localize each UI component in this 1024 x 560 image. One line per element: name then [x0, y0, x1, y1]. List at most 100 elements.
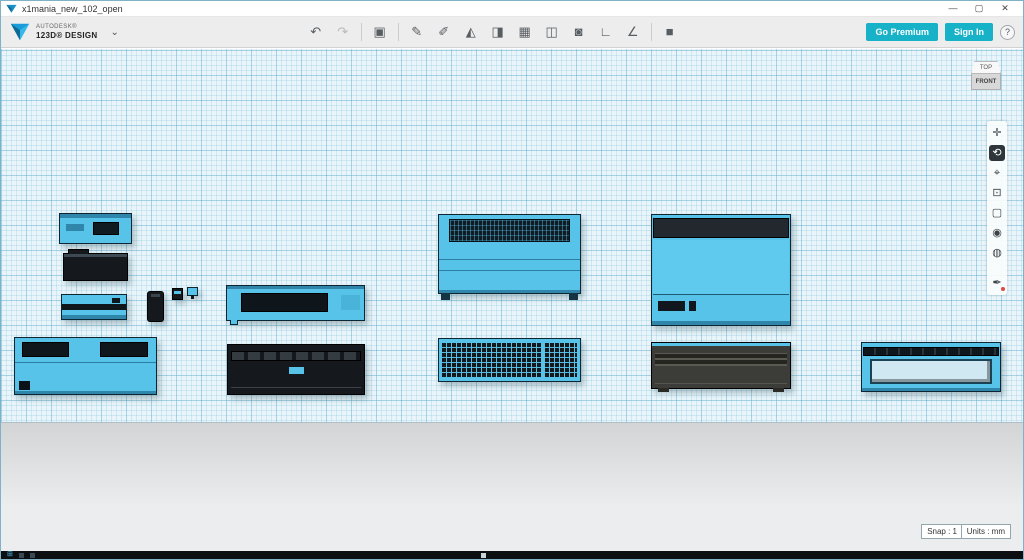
- grouping-icon[interactable]: ◫: [543, 22, 561, 42]
- measure-icon[interactable]: ∟: [597, 22, 615, 42]
- detail-face: [68, 249, 89, 254]
- combine-icon[interactable]: ◙: [570, 22, 588, 42]
- screen-area: [653, 240, 788, 295]
- label-badge: [289, 367, 304, 375]
- slot-strip: [62, 304, 126, 310]
- viewport[interactable]: TOP FRONT ✛ ⟲ ⌖ ⊡ ▢ ◉ ◍ ✒ Snap : 1 Units…: [1, 49, 1023, 551]
- app-icon: [6, 3, 17, 14]
- primitives-icon[interactable]: ▣: [371, 22, 389, 42]
- taskbar-app-icon[interactable]: [481, 553, 486, 558]
- seam-line: [439, 270, 580, 271]
- hide-icon[interactable]: ◍: [989, 245, 1005, 261]
- view-cube-front-face[interactable]: FRONT: [971, 74, 1001, 90]
- zoom-icon[interactable]: ⌖: [989, 165, 1005, 181]
- slat-band: [655, 353, 787, 367]
- spline-icon[interactable]: ✐: [435, 22, 453, 42]
- model-vent-frame[interactable]: [651, 342, 791, 389]
- model-rear-panel[interactable]: [227, 344, 365, 395]
- opening-left: [22, 342, 69, 357]
- taskbar-app-icon[interactable]: [19, 553, 24, 558]
- model-open-frame[interactable]: [861, 342, 1001, 392]
- model-monitor-case[interactable]: [651, 214, 791, 326]
- visibility-icon[interactable]: ◉: [989, 225, 1005, 241]
- brand-line1: AUTODESK®: [36, 24, 98, 31]
- taskbar-app-icon[interactable]: [30, 553, 35, 558]
- app-menu[interactable]: AUTODESK® 123D® DESIGN ⌄: [9, 21, 119, 43]
- detail-face: [151, 294, 160, 297]
- app-window: x1mania_new_102_open — ▢ ✕ AUTODESK® 123…: [0, 0, 1024, 560]
- windows-taskbar: ⊞: [1, 551, 1023, 559]
- key-grid-main: [442, 343, 542, 377]
- angle-icon[interactable]: ∠: [624, 22, 642, 42]
- bottom-face: [439, 290, 580, 293]
- redo-icon[interactable]: ↷: [334, 22, 352, 42]
- brand-text: AUTODESK® 123D® DESIGN: [36, 24, 98, 40]
- model-front-bar[interactable]: [61, 294, 127, 320]
- model-dark-bracket[interactable]: [63, 253, 128, 281]
- pan-icon[interactable]: ✛: [989, 125, 1005, 141]
- frame-opening: [870, 359, 991, 384]
- detail-face: [689, 301, 696, 311]
- bottom-face: [15, 391, 156, 394]
- model-case-top-vented[interactable]: [438, 214, 581, 294]
- connector-strip: [863, 347, 998, 357]
- key-grid-numpad: [545, 343, 577, 377]
- go-premium-button[interactable]: Go Premium: [866, 23, 938, 41]
- seam-line: [439, 259, 580, 260]
- model-front-panel[interactable]: [226, 285, 365, 321]
- seam-line: [231, 387, 362, 388]
- detail-face: [658, 301, 686, 311]
- modify-icon[interactable]: ◨: [489, 22, 507, 42]
- divider: [361, 23, 362, 41]
- sign-in-button[interactable]: Sign In: [945, 23, 993, 41]
- detail-face: [112, 298, 120, 303]
- model-small-block[interactable]: [147, 291, 164, 322]
- detail-face: [191, 295, 195, 299]
- detail-face: [341, 295, 360, 310]
- model-tiny-part-2[interactable]: [187, 287, 198, 296]
- view-cube[interactable]: TOP FRONT: [971, 61, 1001, 90]
- top-edge: [652, 343, 790, 346]
- pattern-icon[interactable]: ▦: [516, 22, 534, 42]
- foot: [230, 320, 238, 325]
- material-brush-icon[interactable]: ✒: [989, 275, 1005, 291]
- foot: [773, 388, 784, 392]
- snap-setting[interactable]: Snap : 1: [921, 524, 963, 539]
- construct-icon[interactable]: ◭: [462, 22, 480, 42]
- titlebar: x1mania_new_102_open — ▢ ✕: [1, 1, 1023, 17]
- detail-face: [19, 381, 30, 391]
- fit-view-icon[interactable]: ▢: [989, 205, 1005, 221]
- model-keyboard[interactable]: [438, 338, 581, 382]
- view-cube-top-face[interactable]: TOP: [971, 61, 1001, 74]
- top-face: [227, 286, 364, 289]
- minimize-button[interactable]: —: [940, 1, 966, 16]
- undo-icon[interactable]: ↶: [307, 22, 325, 42]
- panel-window: [241, 293, 329, 312]
- bottom-face: [652, 321, 790, 325]
- model-keyboard-case[interactable]: [14, 337, 157, 395]
- units-setting[interactable]: Units : mm: [961, 524, 1011, 539]
- maximize-button[interactable]: ▢: [966, 1, 992, 16]
- start-button[interactable]: ⊞: [7, 551, 13, 559]
- top-bar: [653, 218, 788, 238]
- window-title: x1mania_new_102_open: [22, 4, 123, 14]
- detail-face: [66, 224, 84, 230]
- divider: [651, 23, 652, 41]
- help-button[interactable]: ?: [1000, 25, 1015, 40]
- zoom-window-icon[interactable]: ⊡: [989, 185, 1005, 201]
- top-face: [60, 214, 131, 218]
- brush-color-dot: [1001, 287, 1005, 291]
- model-tiny-part-1[interactable]: [172, 288, 183, 300]
- sketch-icon[interactable]: ✎: [408, 22, 426, 42]
- account-actions: Go Premium Sign In ?: [866, 23, 1015, 41]
- orbit-icon[interactable]: ⟲: [989, 145, 1005, 161]
- ground-plane: [1, 422, 1023, 551]
- model-cassette-deck[interactable]: [59, 213, 132, 244]
- seam-line: [15, 362, 156, 363]
- chevron-down-icon[interactable]: ⌄: [111, 27, 119, 38]
- divider: [398, 23, 399, 41]
- material-icon[interactable]: ■: [661, 22, 679, 42]
- leg-right: [569, 293, 578, 300]
- leg-left: [441, 293, 450, 300]
- close-button[interactable]: ✕: [992, 1, 1018, 16]
